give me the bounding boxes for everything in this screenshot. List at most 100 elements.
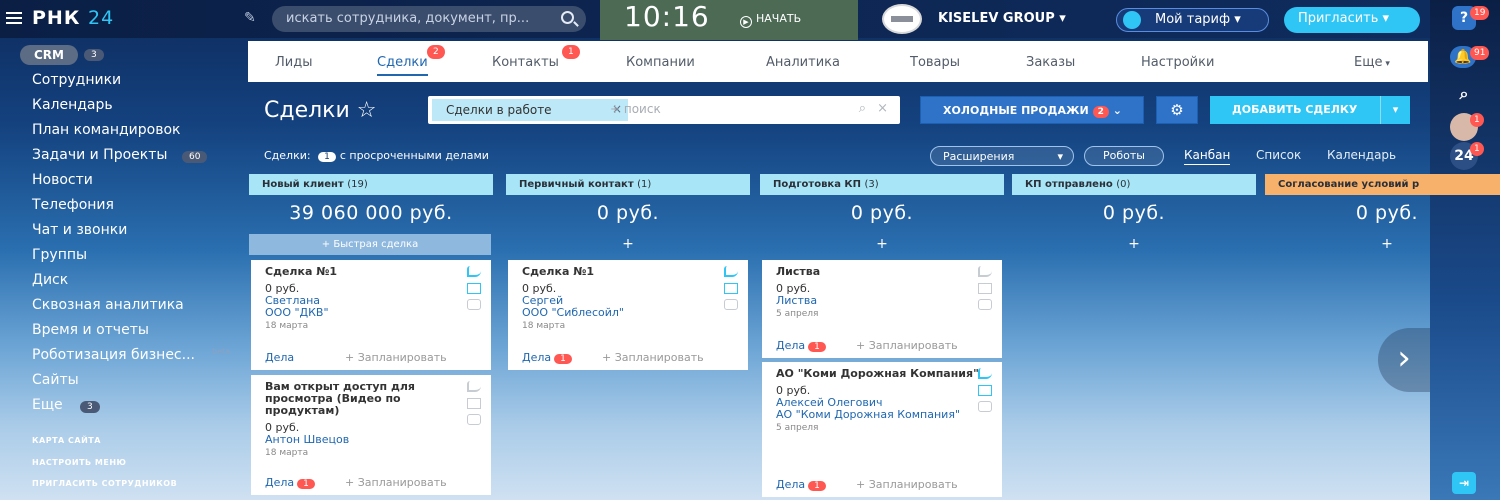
mail-icon[interactable]	[467, 398, 481, 409]
start-workday-button[interactable]: ▶ НАЧАТЬ	[740, 12, 801, 28]
plan-activity-link[interactable]: + Запланировать	[856, 478, 958, 491]
sidebar-item[interactable]: Время и отчеты	[32, 322, 149, 338]
invite-button[interactable]: Пригласить ▾	[1284, 7, 1420, 33]
sidebar-item[interactable]: Сотрудники	[32, 72, 121, 88]
invite-employees-link[interactable]: ПРИГЛАСИТЬ СОТРУДНИКОВ	[32, 479, 177, 488]
deal-company[interactable]: ООО "ДКВ"	[265, 307, 477, 319]
tab-0[interactable]: Лиды	[275, 55, 312, 70]
menu-icon[interactable]	[6, 12, 22, 24]
view-calendar[interactable]: Календарь	[1327, 148, 1396, 162]
view-list[interactable]: Список	[1256, 148, 1301, 162]
deal-title[interactable]: АО "Коми Дорожная Компания"	[776, 368, 988, 380]
deal-title[interactable]: Сделка №1	[522, 266, 734, 278]
deal-company[interactable]: ООО "Сиблесойл"	[522, 307, 734, 319]
stage-header[interactable]: Согласование условий р	[1265, 174, 1500, 195]
deal-card[interactable]: Сделка №1 0 руб. Светлана ООО "ДКВ" 18 марта…	[251, 260, 491, 370]
deal-title[interactable]: Сделка №1	[265, 266, 477, 278]
chat-icon[interactable]	[467, 299, 481, 310]
phone-icon[interactable]	[978, 266, 992, 277]
quick-deal-button[interactable]: + Быстрая сделка	[249, 234, 491, 255]
deal-activities[interactable]: Дела 1	[776, 478, 826, 491]
tab-6[interactable]: Заказы	[1026, 55, 1075, 70]
sidebar-item[interactable]: Новости	[32, 172, 93, 188]
tab-5[interactable]: Товары	[910, 55, 960, 70]
add-card-button[interactable]: +	[760, 236, 1004, 252]
tab-3[interactable]: Компании	[626, 55, 695, 70]
search-icon[interactable]: ⌕	[1450, 80, 1478, 108]
logo[interactable]: РНК 24	[32, 7, 114, 29]
stage-header[interactable]: Подготовка КП (3)	[760, 174, 1004, 195]
category-selector[interactable]: ХОЛОДНЫЕ ПРОДАЖИ 2 ⌄	[920, 96, 1144, 124]
plan-activity-link[interactable]: + Запланировать	[602, 351, 704, 364]
sidebar-item-crm[interactable]: CRM	[20, 45, 78, 65]
sidebar-item[interactable]: Группы	[32, 247, 87, 263]
chat-icon[interactable]	[978, 299, 992, 310]
extensions-button[interactable]: Расширения ▾	[930, 146, 1074, 166]
stage-header[interactable]: КП отправлено (0)	[1012, 174, 1256, 195]
plan-activity-link[interactable]: + Запланировать	[345, 351, 447, 364]
company-selector[interactable]: KISELEV GROUP ▾	[938, 11, 1066, 26]
deal-card[interactable]: Вам открыт доступ для просмотра (Видео п…	[251, 375, 491, 495]
deal-title[interactable]: Вам открыт доступ для просмотра (Видео п…	[265, 381, 477, 417]
deal-activities[interactable]: Дела 1	[522, 351, 572, 364]
search-input[interactable]: искать сотрудника, документ, пр...	[272, 6, 586, 32]
clear-icon[interactable]: ×	[877, 101, 888, 116]
add-deal-button[interactable]: ДОБАВИТЬ СДЕЛКУ ▾	[1210, 96, 1410, 124]
tariff-button[interactable]: Мой тариф ▾	[1116, 8, 1269, 32]
company-logo[interactable]	[882, 4, 922, 34]
filter-tag[interactable]: Сделки в работе ×	[432, 99, 628, 121]
add-card-button[interactable]: +	[1012, 236, 1256, 252]
sidebar-item[interactable]: Сайты	[32, 372, 79, 388]
sidebar-item[interactable]: Календарь	[32, 97, 113, 113]
deal-activities[interactable]: Дела 1	[776, 339, 826, 352]
sidebar-item[interactable]: Диск	[32, 272, 68, 288]
configure-menu-link[interactable]: НАСТРОИТЬ МЕНЮ	[32, 458, 126, 467]
phone-icon[interactable]	[467, 381, 481, 392]
add-card-button[interactable]: +	[1265, 236, 1500, 252]
sidebar-item[interactable]: Чат и звонки	[32, 222, 127, 238]
deal-card[interactable]: АО "Коми Дорожная Компания" 0 руб. Алексей…	[762, 362, 1002, 497]
chevron-down-icon[interactable]: ▾	[1380, 96, 1410, 124]
plan-activity-link[interactable]: + Запланировать	[856, 339, 958, 352]
sidebar-item[interactable]: Сквозная аналитика	[32, 297, 184, 313]
tab-1[interactable]: Сделки 2	[377, 45, 445, 76]
tab-2[interactable]: Контакты 1	[492, 45, 580, 70]
sidebar-item[interactable]: Задачи и Проекты	[32, 147, 167, 163]
tab-8[interactable]: Еще ▾	[1354, 55, 1390, 70]
phone-icon[interactable]	[724, 266, 738, 277]
deal-title[interactable]: Листва	[776, 266, 988, 278]
filter-search[interactable]: Сделки в работе × + поиск ⌕ ×	[428, 96, 900, 124]
tab-4[interactable]: Аналитика	[766, 55, 840, 70]
pencil-icon[interactable]: ✎	[244, 10, 256, 26]
mail-icon[interactable]	[978, 385, 992, 396]
deal-activities[interactable]: Дела 1	[265, 476, 315, 489]
search-icon[interactable]	[561, 11, 574, 24]
deal-contact[interactable]: Листва	[776, 295, 988, 307]
deal-card[interactable]: Сделка №1 0 руб. Сергей ООО "Сиблесойл" 18 м…	[508, 260, 748, 370]
sidebar-item[interactable]: Роботизация бизнес...	[32, 347, 195, 363]
add-card-button[interactable]: +	[506, 236, 750, 252]
tab-7[interactable]: Настройки	[1141, 55, 1214, 70]
robots-button[interactable]: Роботы	[1084, 146, 1164, 166]
mail-icon[interactable]	[467, 283, 481, 294]
chat-icon[interactable]	[724, 299, 738, 310]
deal-contact[interactable]: Антон Швецов	[265, 434, 477, 446]
phone-icon[interactable]	[978, 368, 992, 379]
phone-icon[interactable]	[467, 266, 481, 277]
chat-icon[interactable]	[978, 401, 992, 412]
sidebar-item[interactable]: Телефония	[32, 197, 114, 213]
deal-activities[interactable]: Дела	[265, 351, 294, 364]
deal-company[interactable]: АО "Коми Дорожная Компания"	[776, 409, 988, 421]
view-kanban[interactable]: Канбан	[1184, 148, 1231, 165]
sitemap-link[interactable]: КАРТА САЙТА	[32, 436, 101, 445]
sidebar-item[interactable]: План командировок	[32, 122, 180, 138]
star-icon[interactable]: ☆	[357, 98, 377, 123]
chat-icon[interactable]	[467, 414, 481, 425]
mail-icon[interactable]	[978, 283, 992, 294]
sidebar-item[interactable]: Еще	[32, 397, 63, 413]
gear-icon[interactable]: ⚙	[1156, 96, 1198, 124]
stage-header[interactable]: Новый клиент (19)	[249, 174, 493, 195]
search-icon[interactable]: ⌕	[859, 101, 866, 116]
stage-header[interactable]: Первичный контакт (1)	[506, 174, 750, 195]
deal-card[interactable]: Листва 0 руб. Листва 5 апреля Дела 1 + Заплани…	[762, 260, 1002, 358]
